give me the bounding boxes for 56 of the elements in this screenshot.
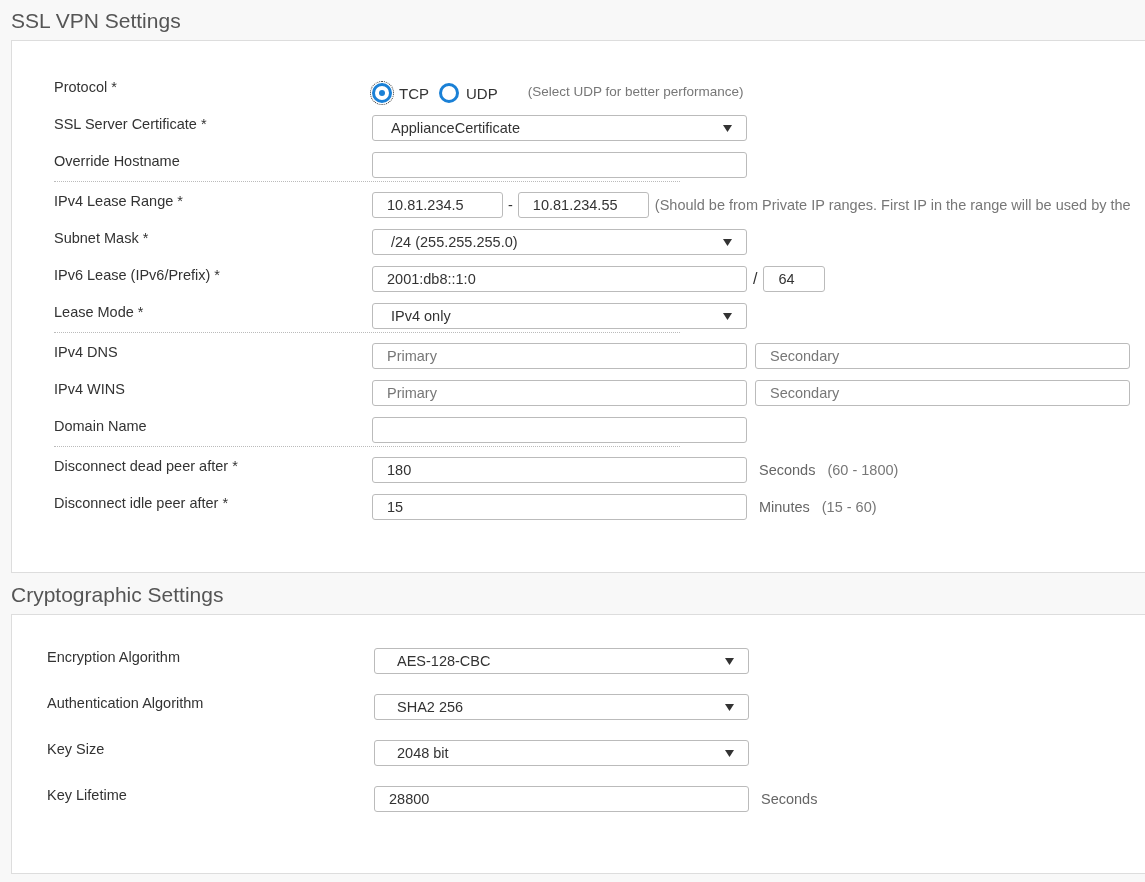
range-hint: (60 - 1800) — [827, 462, 899, 478]
field-label: Domain Name — [54, 417, 148, 434]
field-label: SSL Server Certificate * — [54, 115, 208, 132]
field-label: IPv4 Lease Range * — [54, 192, 184, 209]
field-label: Lease Mode * — [54, 303, 145, 320]
input-field[interactable]: 10.81.234.5 — [372, 192, 503, 218]
caret-icon — [725, 749, 734, 757]
field-label: IPv4 DNS — [54, 343, 119, 360]
caret-icon — [723, 312, 732, 320]
input-field[interactable]: 10.81.234.55 — [517, 192, 649, 218]
dropdown-select[interactable]: ApplianceCertificate — [372, 115, 747, 141]
caret-icon — [725, 703, 734, 711]
hint-text: (Should be from Private IP ranges. First IP in the range will be used by the — [654, 197, 1131, 213]
radio-button[interactable] — [372, 83, 392, 103]
unit-text: Minutes — [759, 499, 810, 515]
field-label: Subnet Mask * — [54, 229, 150, 246]
hint-text: (Select UDP for better performance) — [527, 83, 744, 99]
field-label: IPv4 WINS — [54, 380, 126, 397]
input-field[interactable]: Secondary — [755, 380, 1130, 406]
field-label: IPv6 Lease (IPv6/Prefix) * — [54, 266, 221, 283]
field-label: Disconnect idle peer after * — [54, 494, 230, 511]
unit-text: Seconds — [761, 791, 818, 807]
input-field[interactable] — [372, 417, 747, 443]
section-title: Cryptographic Settings — [11, 582, 225, 608]
input-field[interactable] — [372, 152, 747, 178]
field-label: Key Lifetime — [47, 786, 128, 803]
separator-text: / — [753, 270, 758, 288]
radio-button[interactable] — [439, 83, 459, 103]
dropdown-select[interactable]: IPv4 only — [372, 303, 747, 329]
input-field[interactable]: 64 — [763, 266, 826, 292]
unit-text: Seconds — [759, 462, 816, 478]
radio-label[interactable]: UDP — [466, 84, 498, 102]
caret-icon — [725, 657, 734, 665]
range-hint: (15 - 60) — [821, 499, 877, 515]
field-label: Protocol * — [54, 78, 118, 95]
dropdown-select[interactable]: /24 (255.255.255.0) — [372, 229, 747, 255]
dropdown-select[interactable]: AES-128-CBC — [374, 648, 749, 674]
input-field[interactable]: 28800 — [374, 786, 749, 812]
radio-label[interactable]: TCP — [399, 84, 429, 102]
caret-icon — [723, 238, 732, 246]
field-label: Key Size — [47, 740, 106, 757]
input-field[interactable]: 15 — [372, 494, 747, 520]
caret-icon — [723, 124, 732, 132]
input-field[interactable]: Primary — [372, 380, 747, 406]
input-field[interactable]: 2001:db8::1:0 — [372, 266, 747, 292]
dropdown-select[interactable]: 2048 bit — [374, 740, 749, 766]
field-label: Encryption Algorithm — [47, 648, 181, 665]
field-label: Authentication Algorithm — [47, 694, 205, 711]
input-field[interactable]: Secondary — [755, 343, 1130, 369]
dropdown-select[interactable]: SHA2 256 — [374, 694, 749, 720]
section-title: SSL VPN Settings — [11, 8, 182, 34]
input-field[interactable]: 180 — [372, 457, 747, 483]
field-label: Disconnect dead peer after * — [54, 457, 239, 474]
field-label: Override Hostname — [54, 152, 181, 169]
input-field[interactable]: Primary — [372, 343, 747, 369]
separator-text: - — [508, 197, 513, 213]
